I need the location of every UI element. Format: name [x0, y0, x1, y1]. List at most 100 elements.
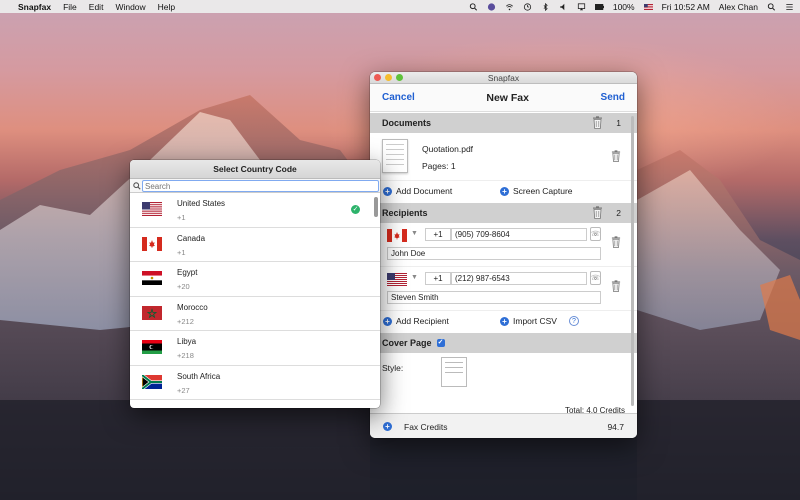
document-row[interactable]: Quotation.pdf Pages: 1 [370, 133, 637, 181]
screen-capture-button[interactable]: + Screen Capture [500, 186, 573, 196]
search-icon[interactable] [767, 2, 776, 11]
contacts-book-icon[interactable]: ☏ [590, 227, 601, 241]
phone-number-field[interactable]: (905) 709-8604 [451, 228, 587, 241]
style-label: Style: [382, 363, 404, 373]
close-button[interactable] [374, 74, 381, 81]
add-recipient-button[interactable]: + Add Recipient [383, 316, 449, 326]
recipients-count: 2 [616, 208, 621, 218]
country-code-field[interactable]: +1 [425, 228, 451, 241]
menu-app-name[interactable]: Snapfax [18, 2, 51, 12]
country-dial-code: +27 [177, 385, 190, 395]
search-input[interactable] [142, 180, 379, 192]
fax-form-scroll[interactable]: Documents 1 Quotation.pdf Pages: 1 + Add … [370, 113, 637, 413]
country-list-scrollbar[interactable] [374, 197, 378, 217]
fax-scrollbar[interactable] [631, 116, 634, 406]
menu-help[interactable]: Help [158, 2, 175, 12]
input-source-flag-icon[interactable] [643, 3, 653, 11]
volume-icon[interactable] [559, 3, 568, 11]
phone-number-field[interactable]: (212) 987-6543 [451, 272, 587, 285]
trash-icon[interactable] [592, 206, 603, 219]
siri-icon[interactable] [487, 2, 496, 11]
new-fax-window: Snapfax Cancel New Fax Send Documents 1 … [370, 72, 637, 438]
country-row-south-africa[interactable]: South Africa +27 [130, 366, 380, 400]
airplay-icon[interactable] [577, 2, 586, 11]
fax-credits-value: 94.7 [607, 422, 624, 432]
import-csv-label: Import CSV [513, 316, 557, 326]
cover-page-header: Cover Page ✓ [370, 333, 637, 353]
country-dial-code: +20 [177, 282, 190, 291]
menu-user[interactable]: Alex Chan [719, 2, 758, 12]
country-name: Egypt [177, 268, 198, 277]
import-csv-button[interactable]: + Import CSV [500, 316, 557, 326]
documents-title: Documents [382, 118, 432, 128]
battery-icon[interactable] [594, 3, 604, 11]
documents-count: 1 [616, 118, 621, 128]
document-thumbnail [382, 139, 408, 173]
country-dial-code: +1 [177, 247, 186, 257]
menu-clock[interactable]: Fri 10:52 AM [662, 2, 710, 12]
delete-recipient-trash-icon[interactable] [611, 236, 621, 248]
cover-page-title: Cover Page [382, 338, 432, 348]
zoom-button[interactable] [396, 74, 403, 81]
plus-icon: + [383, 186, 392, 196]
canada-flag-icon [142, 236, 162, 251]
notification-center-icon[interactable] [785, 3, 794, 11]
cancel-button[interactable]: Cancel [382, 92, 415, 103]
add-credits-button[interactable]: + [383, 422, 392, 431]
country-dial-code: +1 [177, 213, 186, 222]
recipient-row: ▼ +1 (212) 987-6543 ☏ Steven Smith [370, 267, 637, 311]
select-country-code-panel: Select Country Code United States +1 ✓ C… [130, 160, 380, 408]
search-icon [133, 182, 141, 190]
spotlight-search-icon[interactable] [469, 2, 478, 11]
delete-recipient-trash-icon[interactable] [611, 280, 621, 292]
add-document-label: Add Document [396, 186, 453, 196]
menu-file[interactable]: File [63, 2, 77, 12]
search-bar [130, 179, 380, 193]
fax-nav-bar: Cancel New Fax Send [370, 84, 637, 112]
country-name: Morocco [177, 302, 208, 312]
plus-icon: + [500, 186, 509, 196]
menu-edit[interactable]: Edit [89, 2, 104, 12]
country-name: Libya [177, 337, 197, 346]
time-machine-icon[interactable] [523, 2, 532, 11]
chevron-down-icon[interactable]: ▼ [411, 274, 418, 281]
country-dial-code: +218 [177, 351, 194, 360]
country-row-morocco[interactable]: Morocco +212 [130, 297, 380, 331]
cover-page-checkbox[interactable]: ✓ [436, 339, 445, 347]
contacts-book-icon[interactable]: ☏ [590, 271, 601, 285]
country-name: South Africa [177, 371, 221, 381]
recipient-name-field[interactable]: Steven Smith [387, 291, 601, 304]
selected-checkmark-icon: ✓ [351, 205, 360, 214]
plus-icon: + [500, 316, 509, 326]
country-row-canada[interactable]: Canada +1 [130, 228, 380, 262]
window-titlebar[interactable]: Snapfax [370, 72, 637, 84]
fax-credits-footer: + Fax Credits 94.7 [370, 413, 637, 438]
delete-document-trash-icon[interactable] [611, 150, 621, 162]
recipient-name-field[interactable]: John Doe [387, 247, 601, 260]
send-button[interactable]: Send [601, 92, 625, 103]
country-row-libya[interactable]: Libya +218 [130, 331, 380, 366]
page-title: New Fax [486, 91, 529, 104]
libya-flag-icon [142, 340, 162, 354]
south-africa-flag-icon [142, 374, 162, 389]
document-actions: + Add Document + Screen Capture [370, 181, 637, 203]
recipient-row: ▼ +1 (905) 709-8604 ☏ John Doe [370, 223, 637, 267]
cover-style-row: Style: [370, 353, 637, 387]
country-row-egypt[interactable]: Egypt +20 [130, 262, 380, 297]
country-name: United States [177, 199, 226, 208]
us-flag-icon[interactable] [387, 273, 407, 286]
wifi-icon[interactable] [505, 3, 514, 11]
cover-style-thumbnail[interactable] [441, 357, 467, 387]
menu-window[interactable]: Window [115, 2, 145, 12]
country-name: Canada [177, 233, 206, 243]
country-code-field[interactable]: +1 [425, 272, 451, 285]
add-document-button[interactable]: + Add Document [383, 186, 452, 196]
minimize-button[interactable] [385, 74, 392, 81]
trash-icon[interactable] [592, 116, 603, 129]
canada-flag-icon[interactable] [387, 229, 407, 242]
window-title: Snapfax [487, 73, 520, 83]
country-row-united-states[interactable]: United States +1 ✓ [130, 193, 380, 228]
bluetooth-icon[interactable] [541, 2, 550, 11]
help-button[interactable]: ? [569, 316, 579, 326]
chevron-down-icon[interactable]: ▼ [411, 230, 418, 237]
